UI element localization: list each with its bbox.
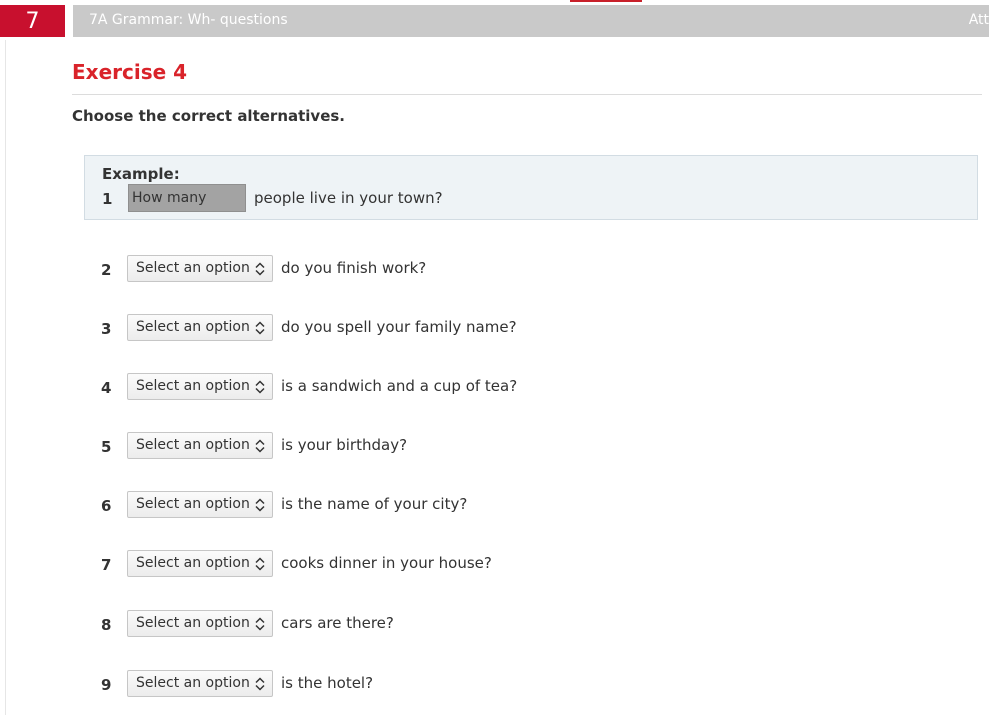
question-text: is the name of your city?	[281, 495, 468, 513]
chevron-updown-icon	[255, 557, 265, 571]
chevron-updown-icon	[255, 321, 265, 335]
example-box: Example: 1 How many people live in your …	[84, 155, 978, 220]
question-number: 4	[101, 379, 112, 397]
answer-select-value: Select an option	[136, 260, 250, 276]
question-number: 2	[101, 261, 112, 279]
answer-select[interactable]: Select an option	[127, 550, 273, 577]
exercise-instructions: Choose the correct alternatives.	[72, 107, 346, 125]
question-text: is your birthday?	[281, 436, 408, 454]
answer-select-value: Select an option	[136, 615, 250, 631]
question-text: do you finish work?	[281, 259, 427, 277]
question-text: cooks dinner in your house?	[281, 554, 492, 572]
answer-select-value: Select an option	[136, 496, 250, 512]
header-title: 7A Grammar: Wh- questions	[89, 12, 288, 28]
question-text: is the hotel?	[281, 674, 374, 692]
question-text: cars are there?	[281, 614, 394, 632]
unit-number-badge: 7	[0, 5, 65, 37]
question-number: 8	[101, 616, 112, 634]
question-number: 6	[101, 497, 112, 515]
chevron-updown-icon	[255, 439, 265, 453]
question-row: 2 Select an option do you finish work?	[0, 255, 989, 285]
chevron-updown-icon	[255, 498, 265, 512]
question-number: 3	[101, 320, 112, 338]
answer-select-value: Select an option	[136, 675, 250, 691]
chevron-updown-icon	[255, 262, 265, 276]
answer-select[interactable]: Select an option	[127, 314, 273, 341]
answer-select[interactable]: Select an option	[127, 491, 273, 518]
example-answer: How many	[128, 184, 246, 212]
question-row: 9 Select an option is the hotel?	[0, 670, 989, 700]
answer-select-value: Select an option	[136, 378, 250, 394]
question-text: is a sandwich and a cup of tea?	[281, 377, 518, 395]
question-row: 8 Select an option cars are there?	[0, 610, 989, 640]
example-number: 1	[102, 190, 113, 208]
exercise-title: Exercise 4	[72, 60, 188, 84]
top-accent-bar	[570, 0, 642, 2]
answer-select[interactable]: Select an option	[127, 670, 273, 697]
chevron-updown-icon	[255, 617, 265, 631]
example-sentence: people live in your town?	[254, 189, 443, 207]
answer-select[interactable]: Select an option	[127, 255, 273, 282]
question-text: do you spell your family name?	[281, 318, 517, 336]
question-row: 7 Select an option cooks dinner in your …	[0, 550, 989, 580]
answer-select-value: Select an option	[136, 555, 250, 571]
title-divider	[72, 94, 982, 95]
question-number: 9	[101, 676, 112, 694]
example-label: Example:	[102, 165, 180, 183]
header-bar: 7A Grammar: Wh- questions Att	[73, 5, 989, 37]
answer-select[interactable]: Select an option	[127, 610, 273, 637]
question-number: 7	[101, 556, 112, 574]
header-right-text: Att	[968, 12, 989, 28]
question-row: 3 Select an option do you spell your fam…	[0, 314, 989, 344]
answer-select-value: Select an option	[136, 437, 250, 453]
answer-select[interactable]: Select an option	[127, 432, 273, 459]
chevron-updown-icon	[255, 677, 265, 691]
answer-select[interactable]: Select an option	[127, 373, 273, 400]
question-row: 5 Select an option is your birthday?	[0, 432, 989, 462]
question-row: 4 Select an option is a sandwich and a c…	[0, 373, 989, 403]
chevron-updown-icon	[255, 380, 265, 394]
answer-select-value: Select an option	[136, 319, 250, 335]
question-number: 5	[101, 438, 112, 456]
question-row: 6 Select an option is the name of your c…	[0, 491, 989, 521]
